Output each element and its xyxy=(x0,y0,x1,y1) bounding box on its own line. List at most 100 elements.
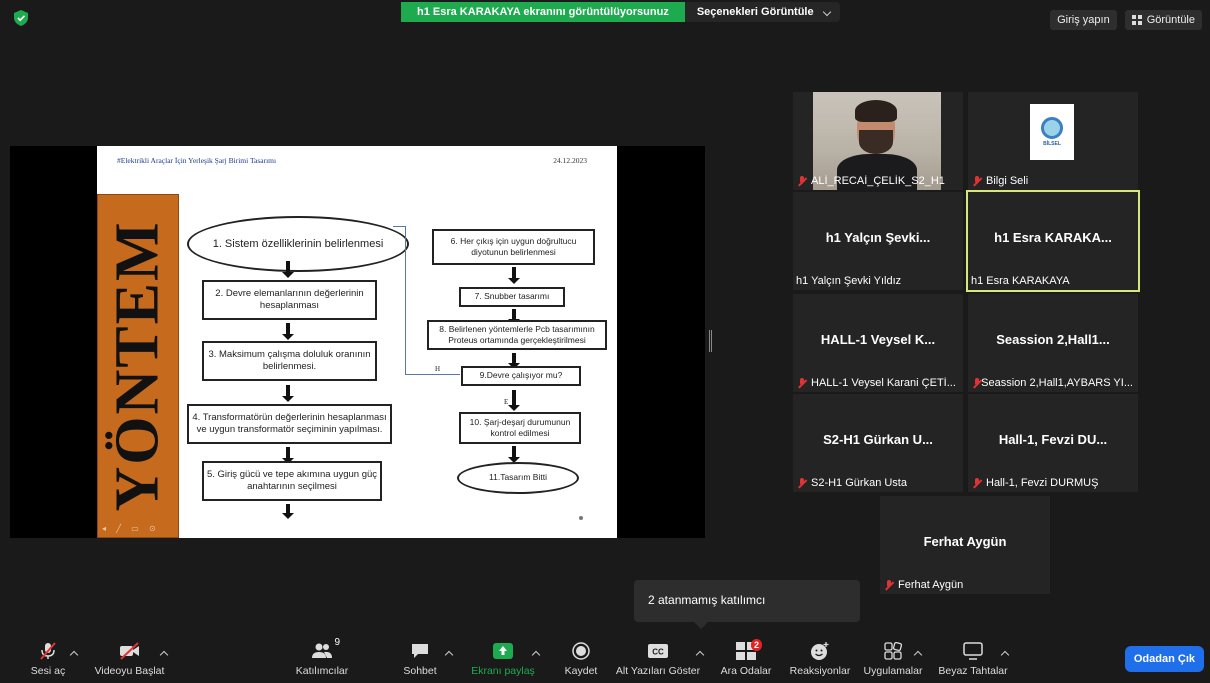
participants-count: 9 xyxy=(334,637,340,648)
participant-name-label: S2-H1 Gürkan Usta xyxy=(811,477,907,489)
slide-pointer-dot xyxy=(579,516,583,520)
participant-tile[interactable]: Ferhat Aygün Ferhat Aygün xyxy=(880,496,1050,594)
flow-arrow xyxy=(282,504,294,519)
split-view-handle[interactable] xyxy=(709,330,712,352)
slide-side-title: YÖNTEM xyxy=(103,220,172,512)
participant-tile[interactable]: S2-H1 Gürkan U... S2-H1 Gürkan Usta xyxy=(793,394,963,492)
participants-icon: 9 xyxy=(310,637,340,661)
flow-step-1: 1. Sistem özelliklerinin belirlenmesi xyxy=(187,216,409,272)
apps-button[interactable]: Uygulamalar xyxy=(860,636,926,683)
participant-label: Hall-1, Fevzi DURMUŞ xyxy=(971,477,1098,489)
shield-icon[interactable] xyxy=(14,10,28,26)
flow-arrow xyxy=(282,323,294,340)
unmute-button[interactable]: Sesi aç xyxy=(28,636,68,683)
participant-tile[interactable]: Hall-1, Fevzi DU... Hall-1, Fevzi DURMUŞ xyxy=(968,394,1138,492)
participant-display-name: h1 Esra KARAKA... xyxy=(994,230,1112,245)
flow-label-h: H xyxy=(435,365,441,373)
flow-arrow xyxy=(508,390,520,411)
presentation-slide: #Elektrikli Araçlar İçin Yerleşik Şarj B… xyxy=(97,146,617,538)
flow-step-2: 2. Devre elemanlarının değerlerinin hesa… xyxy=(202,280,377,320)
flow-arrow xyxy=(508,353,520,369)
participant-display-name: Hall-1, Fevzi DU... xyxy=(998,432,1108,447)
participant-label: S2-H1 Gürkan Usta xyxy=(796,477,907,489)
participant-display-name: Seassion 2,Hall1... xyxy=(996,332,1110,347)
flow-step-3: 3. Maksimum çalışma doluluk oranının bel… xyxy=(202,341,377,381)
unmute-label: Sesi aç xyxy=(30,665,66,677)
flow-step-9: 9.Devre çalışıyor mu? xyxy=(461,366,581,386)
connector-line xyxy=(405,226,406,374)
flow-step-10: 10. Şarj-deşarj durumunun kontrol edilme… xyxy=(459,412,581,444)
mic-muted-icon xyxy=(971,175,983,187)
participant-tile[interactable]: HALL-1 Veysel K... HALL-1 Veysel Karani … xyxy=(793,294,963,392)
view-options-dropdown[interactable]: Seçenekleri Görüntüle xyxy=(684,2,840,22)
captions-button[interactable]: CC Alt Yazıları Göster xyxy=(609,636,707,683)
mic-muted-icon xyxy=(796,477,808,489)
participant-label: ALİ_RECAİ_ÇELİK_S2_H1 xyxy=(796,175,945,187)
sharing-status-text: h1 Esra KARAKAYA ekranını görüntülüyorsu… xyxy=(401,2,685,22)
participant-avatar-logo: BİLSEL xyxy=(1030,104,1074,160)
view-button[interactable]: Görüntüle xyxy=(1124,10,1202,30)
leave-meeting-button[interactable]: Odadan Çık xyxy=(1124,646,1204,672)
flow-step-11: 11.Tasarım Bitti xyxy=(457,462,579,494)
meeting-toolbar: Sesi aç Videoyu Başlat 9 Katılımcılar So… xyxy=(0,636,1210,683)
flow-arrow xyxy=(508,267,520,284)
participant-name-label: Ferhat Aygün xyxy=(898,579,964,591)
breakout-label: Ara Odalar xyxy=(720,665,772,677)
logo-text: BİLSEL xyxy=(1043,141,1061,147)
whiteboard-label: Beyaz Tahtalar xyxy=(938,665,1008,677)
participant-label: Seassion 2,Hall1,AYBARS YI... xyxy=(971,377,1133,389)
whiteboard-icon xyxy=(961,641,985,661)
share-screen-button[interactable]: Ekranı paylaş xyxy=(470,636,536,683)
start-video-label: Videoyu Başlat xyxy=(94,665,165,677)
sign-in-button[interactable]: Giriş yapın xyxy=(1050,10,1117,30)
participant-name-label: ALİ_RECAİ_ÇELİK_S2_H1 xyxy=(811,175,945,187)
view-options-label: Seçenekleri Görüntüle xyxy=(696,6,814,18)
view-label: Görüntüle xyxy=(1146,14,1195,26)
captions-label: Alt Yazıları Göster xyxy=(615,665,701,677)
apps-label: Uygulamalar xyxy=(863,665,923,677)
participant-tile-active-speaker[interactable]: h1 Esra KARAKA... h1 Esra KARAKAYA xyxy=(966,190,1140,292)
participant-name-label: h1 Yalçın Şevki Yıldız xyxy=(796,275,902,287)
participant-label: Bilgi Seli xyxy=(971,175,1028,187)
record-icon xyxy=(569,641,593,661)
participant-label: HALL-1 Veysel Karani ÇETİ... xyxy=(796,377,956,389)
slide-tools-icons[interactable]: ◂ ╱ ▭ ⊙ xyxy=(102,524,160,533)
flow-step-6: 6. Her çıkış için uygun doğrultucu diyot… xyxy=(432,229,595,265)
start-video-button[interactable]: Videoyu Başlat xyxy=(92,636,167,683)
unassigned-participants-tooltip: 2 atanmamış katılımcı xyxy=(634,580,860,629)
audio-options-chevron[interactable] xyxy=(69,650,79,660)
flow-step-5: 5. Giriş gücü ve tepe akımına uygun güç … xyxy=(202,461,382,501)
whiteboard-button[interactable]: Beyaz Tahtalar xyxy=(936,636,1010,683)
record-button[interactable]: Kaydet xyxy=(562,636,600,683)
participants-button[interactable]: 9 Katılımcılar xyxy=(293,636,351,683)
participant-tile[interactable]: ALİ_RECAİ_ÇELİK_S2_H1 xyxy=(793,92,963,190)
participants-label: Katılımcılar xyxy=(295,665,349,677)
breakout-rooms-button[interactable]: 2 Ara Odalar xyxy=(720,636,772,683)
reactions-button[interactable]: Reaksiyonlar xyxy=(788,636,852,683)
flow-step-8: 8. Belirlenen yöntemlerle Pcb tasarımını… xyxy=(427,320,607,350)
slide-header-title: #Elektrikli Araçlar İçin Yerleşik Şarj B… xyxy=(117,156,277,165)
chat-icon xyxy=(408,641,432,661)
chat-options-chevron[interactable] xyxy=(444,650,454,660)
reactions-label: Reaksiyonlar xyxy=(789,665,851,677)
participant-display-name: Ferhat Aygün xyxy=(923,534,1007,549)
participant-display-name: h1 Yalçın Şevki... xyxy=(825,230,931,245)
mic-muted-icon xyxy=(971,377,980,389)
participant-tile[interactable]: Seassion 2,Hall1... Seassion 2,Hall1,AYB… xyxy=(968,294,1138,392)
share-screen-label: Ekranı paylaş xyxy=(471,665,535,677)
apps-icon xyxy=(881,641,905,661)
participant-tile[interactable]: BİLSEL Bilgi Seli xyxy=(968,92,1138,190)
participant-display-name: S2-H1 Gürkan U... xyxy=(823,432,933,447)
participant-tile[interactable]: h1 Yalçın Şevki... h1 Yalçın Şevki Yıldı… xyxy=(793,192,963,290)
sign-in-label: Giriş yapın xyxy=(1057,14,1110,26)
chat-button[interactable]: Sohbet xyxy=(400,636,440,683)
participant-name-label: Seassion 2,Hall1,AYBARS YI... xyxy=(981,377,1133,389)
slide-side-title-block: YÖNTEM ◂ ╱ ▭ ⊙ xyxy=(97,194,179,538)
mic-muted-icon xyxy=(883,579,895,591)
mic-muted-icon xyxy=(36,641,60,661)
participant-display-name: HALL-1 Veysel K... xyxy=(820,332,936,347)
flow-arrow xyxy=(508,309,520,325)
participant-label: Ferhat Aygün xyxy=(883,579,963,591)
connector-line xyxy=(393,226,405,227)
reactions-icon xyxy=(808,641,832,661)
